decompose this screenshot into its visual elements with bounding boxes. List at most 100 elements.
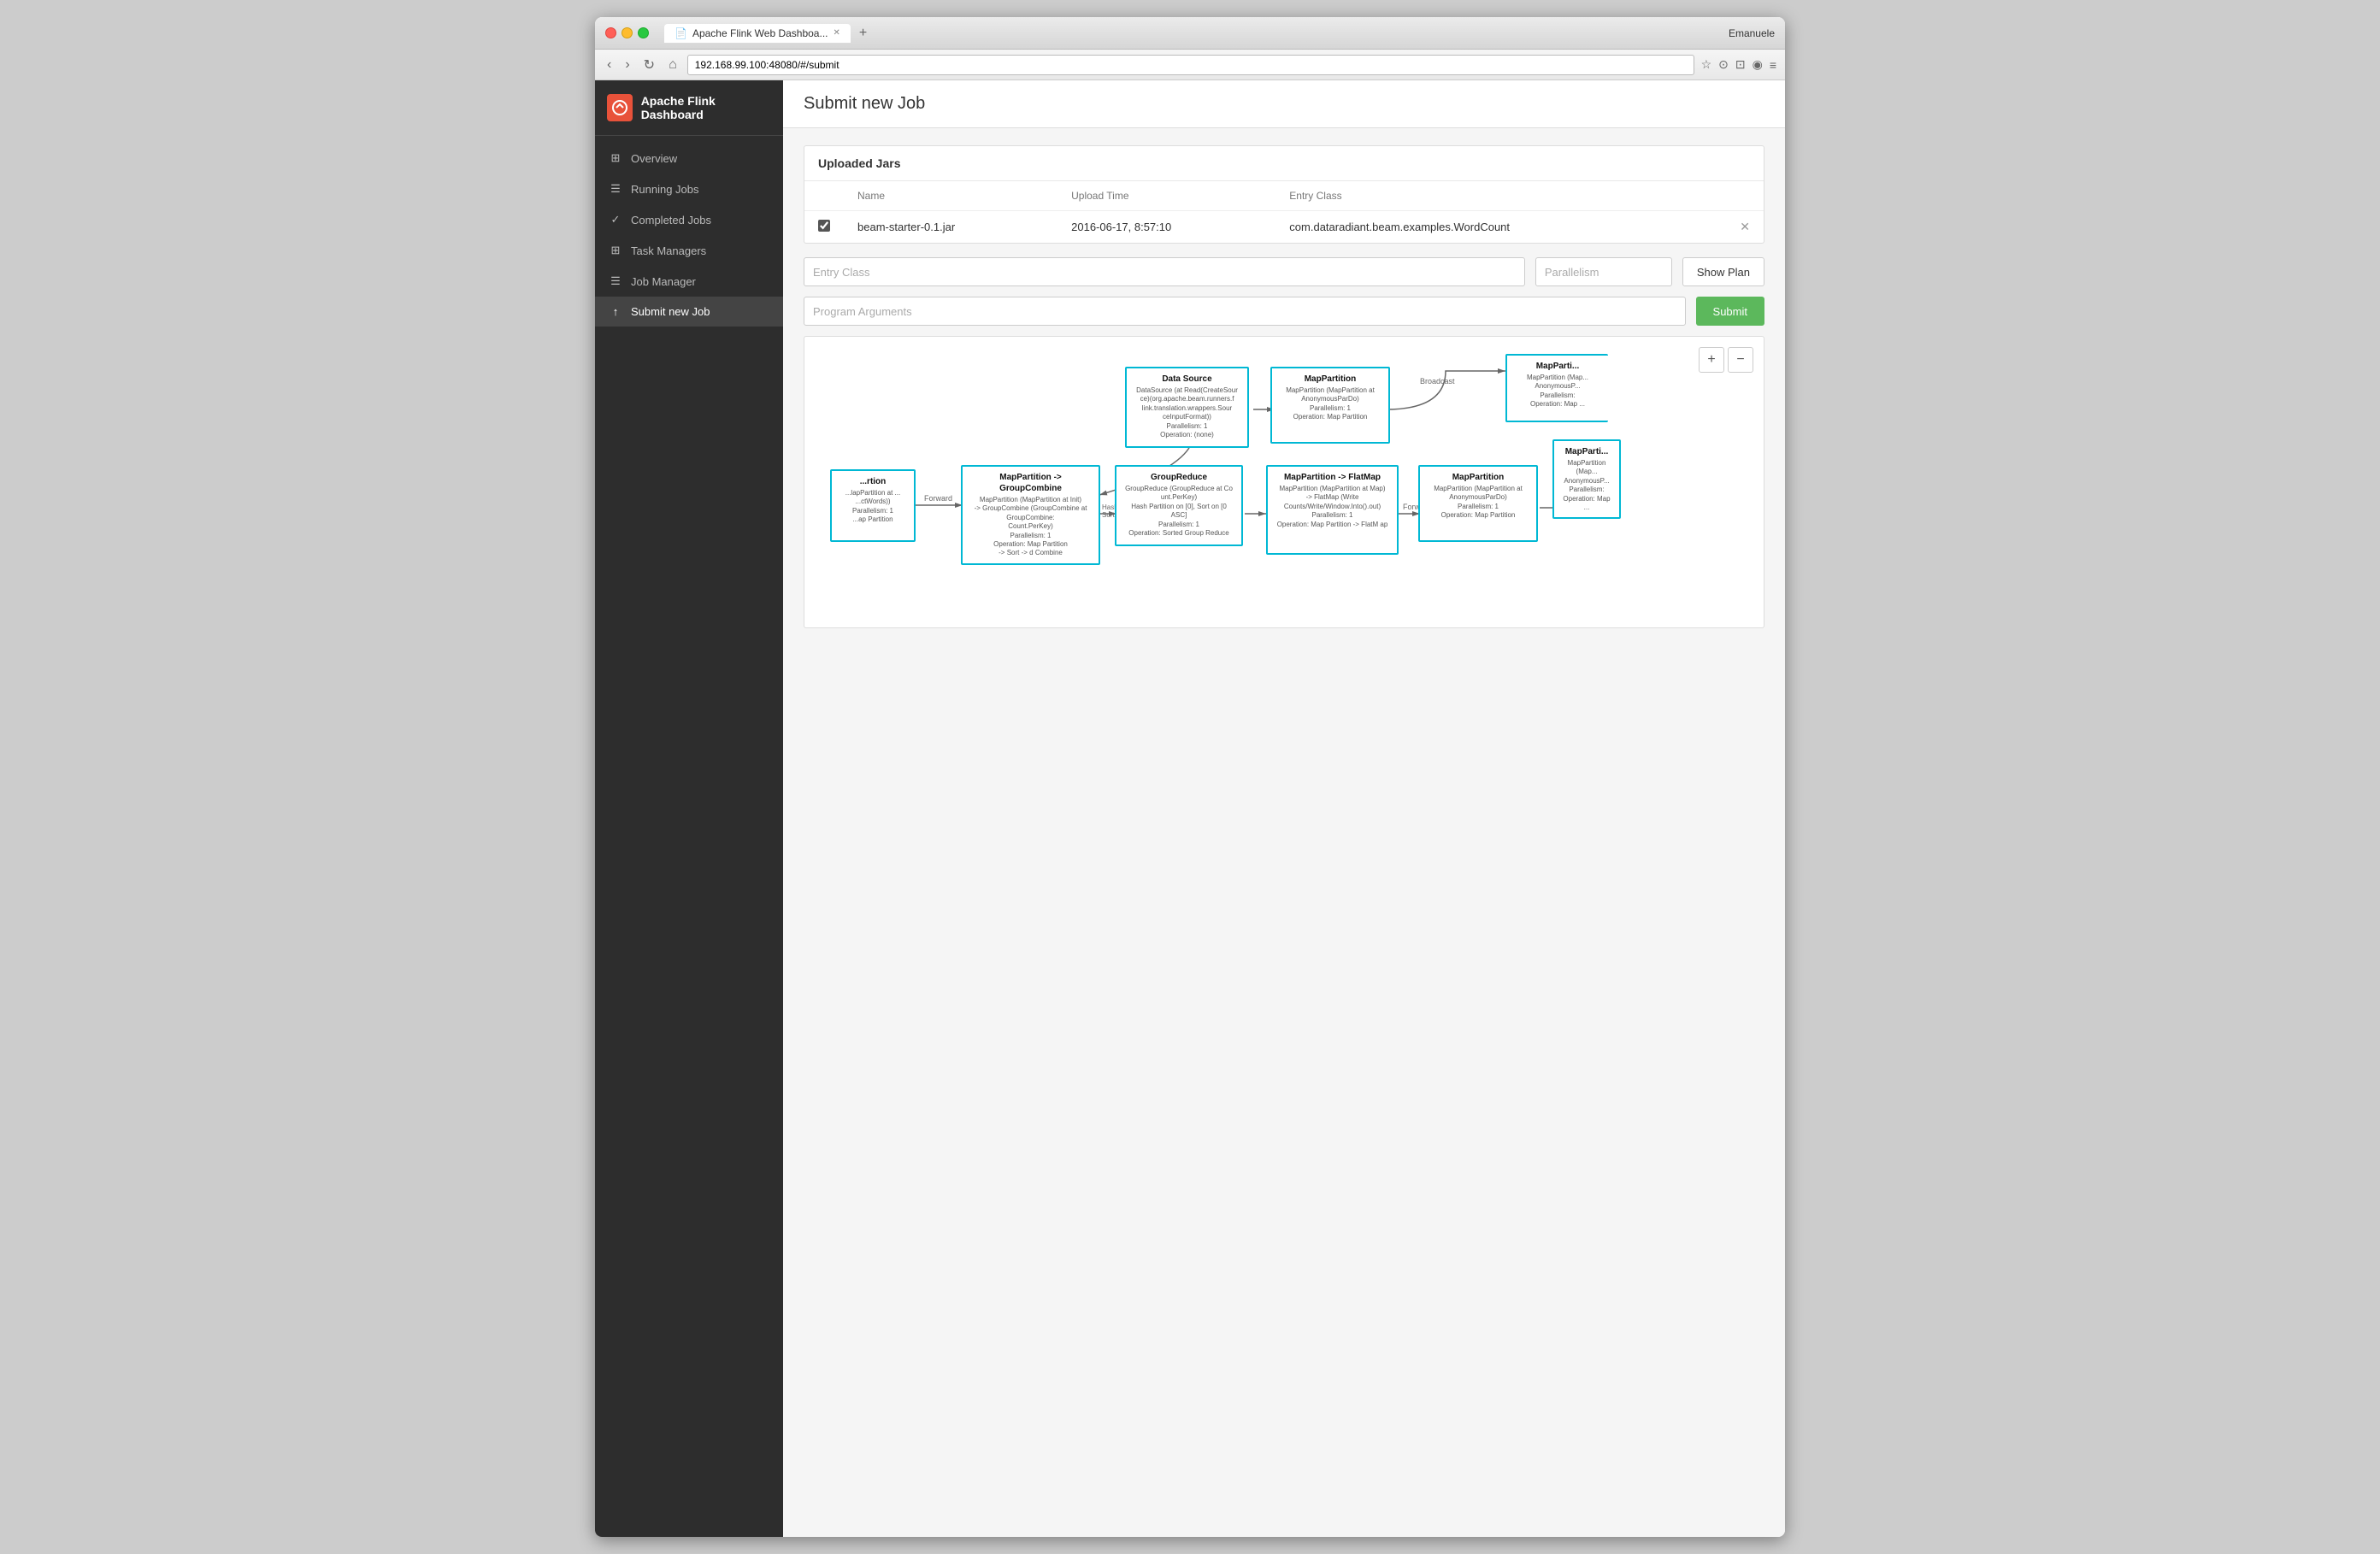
plan-node-group-reduce: GroupReduce GroupReduce (GroupReduce at …: [1115, 465, 1243, 546]
browser-tab[interactable]: 📄 Apache Flink Web Dashboa... ✕: [664, 24, 851, 43]
plan-zoom-controls: + −: [1699, 347, 1753, 373]
submit-button[interactable]: Submit: [1696, 297, 1764, 326]
zoom-in-button[interactable]: +: [1699, 347, 1724, 373]
minimize-button[interactable]: [622, 27, 633, 38]
forward-button[interactable]: ›: [622, 56, 633, 74]
sidebar-item-label: Job Manager: [631, 275, 696, 288]
node-title: MapParti...: [1514, 361, 1601, 372]
logo-icon: [607, 94, 633, 121]
sidebar-item-submit-job[interactable]: ↑ Submit new Job: [595, 297, 783, 327]
jar-upload-time: 2016-06-17, 8:57:10: [1057, 211, 1275, 244]
zoom-out-button[interactable]: −: [1728, 347, 1753, 373]
screen-icon[interactable]: ⊡: [1735, 57, 1746, 72]
plan-node-data-source: Data Source DataSource (at Read(CreateSo…: [1125, 367, 1249, 448]
node-title: Data Source: [1134, 374, 1240, 385]
overview-icon: ⊞: [609, 151, 622, 165]
col-upload-time: Upload Time: [1057, 181, 1275, 211]
jar-delete-cell: ✕: [1700, 211, 1764, 244]
back-button[interactable]: ‹: [604, 56, 615, 74]
completed-jobs-icon: ✓: [609, 213, 622, 227]
bookmark-icon[interactable]: ☆: [1701, 57, 1712, 72]
uploaded-jars-title: Uploaded Jars: [804, 146, 1764, 181]
plan-node-map-partition-right: MapParti... MapPartition (Map...Anonymou…: [1505, 354, 1608, 422]
task-managers-icon: ⊞: [609, 244, 622, 257]
program-args-input[interactable]: [804, 297, 1686, 326]
node-title: GroupReduce: [1123, 472, 1234, 483]
plan-node-map-partition-1: MapPartition MapPartition (MapPartition …: [1270, 367, 1390, 444]
plan-canvas: Broadcast Forward Hash Partition on [0],…: [804, 337, 1764, 627]
address-bar[interactable]: [687, 55, 1694, 75]
plan-section: + −: [804, 336, 1764, 628]
entry-class-input[interactable]: [804, 257, 1525, 286]
col-actions: [1700, 181, 1764, 211]
node-detail: MapPartition (Map...AnonymousP...Paralle…: [1514, 374, 1601, 409]
jar-delete-button[interactable]: ✕: [1740, 220, 1750, 234]
table-row: beam-starter-0.1.jar 2016-06-17, 8:57:10…: [804, 211, 1764, 244]
running-jobs-icon: ☰: [609, 182, 622, 196]
sidebar-item-running-jobs[interactable]: ☰ Running Jobs: [595, 174, 783, 204]
app-layout: Apache Flink Dashboard ⊞ Overview ☰ Runn…: [595, 80, 1785, 1537]
row-checkbox-cell[interactable]: [804, 211, 844, 244]
browser-traffic-lights: [605, 27, 649, 38]
show-plan-button[interactable]: Show Plan: [1682, 257, 1764, 286]
maximize-button[interactable]: [638, 27, 649, 38]
node-detail: MapPartition (MapPartition at AnonymousP…: [1279, 386, 1381, 422]
node-detail: MapPartition (MapPartition at AnonymousP…: [1427, 485, 1529, 521]
refresh-button[interactable]: ↻: [640, 55, 658, 75]
node-detail: ...lapPartition at ......ctWords))Parall…: [839, 489, 907, 525]
sidebar-navigation: ⊞ Overview ☰ Running Jobs ✓ Completed Jo…: [595, 136, 783, 333]
node-detail: MapPartition (Map...AnonymousP...Paralle…: [1561, 459, 1612, 512]
new-tab-button[interactable]: +: [854, 24, 872, 43]
sidebar-item-label: Completed Jobs: [631, 214, 711, 227]
sidebar-item-label: Running Jobs: [631, 183, 699, 196]
plan-node-map-partition-flat: MapPartition -> FlatMap MapPartition (Ma…: [1266, 465, 1399, 555]
browser-window: 📄 Apache Flink Web Dashboa... ✕ + Emanue…: [595, 17, 1785, 1537]
reader-icon[interactable]: ⊙: [1718, 57, 1729, 72]
sidebar-item-completed-jobs[interactable]: ✓ Completed Jobs: [595, 204, 783, 235]
node-title: MapPartition -> FlatMap: [1275, 472, 1390, 483]
menu-icon[interactable]: ≡: [1770, 58, 1776, 72]
jars-table: Name Upload Time Entry Class: [804, 181, 1764, 243]
sidebar-item-label: Overview: [631, 152, 677, 165]
profile-icon[interactable]: ◉: [1753, 57, 1763, 72]
node-title: MapPartition -> GroupCombine: [969, 472, 1092, 494]
submit-job-icon: ↑: [609, 305, 622, 318]
jar-name: beam-starter-0.1.jar: [844, 211, 1057, 244]
sidebar-item-task-managers[interactable]: ⊞ Task Managers: [595, 235, 783, 266]
sidebar-item-label: Submit new Job: [631, 305, 710, 318]
main-content: Submit new Job Uploaded Jars Name Upload…: [783, 80, 1785, 1537]
uploaded-jars-card: Uploaded Jars Name Upload Time Entry Cla…: [804, 145, 1764, 244]
sidebar-item-job-manager[interactable]: ☰ Job Manager: [595, 266, 783, 297]
svg-text:Broadcast: Broadcast: [1420, 377, 1455, 386]
home-button[interactable]: ⌂: [665, 56, 680, 74]
page-title: Submit new Job: [804, 94, 1764, 114]
node-detail: GroupReduce (GroupReduce at Co unt.PerKe…: [1123, 485, 1234, 538]
job-manager-icon: ☰: [609, 274, 622, 288]
plan-node-map-partition-final: MapPartition MapPartition (MapPartition …: [1418, 465, 1538, 542]
parallelism-input[interactable]: [1535, 257, 1672, 286]
plan-node-map-partition-gc: MapPartition -> GroupCombine MapPartitio…: [961, 465, 1100, 565]
sidebar-logo: Apache Flink Dashboard: [595, 80, 783, 136]
node-detail: MapPartition (MapPartition at Init)-> Gr…: [969, 496, 1092, 558]
col-name: Name: [844, 181, 1057, 211]
logo-text: Apache Flink Dashboard: [641, 94, 771, 121]
browser-titlebar: 📄 Apache Flink Web Dashboa... ✕ + Emanue…: [595, 17, 1785, 50]
svg-text:Forward: Forward: [924, 494, 952, 503]
plan-node-map-partition-far-right: MapParti... MapPartition (Map...Anonymou…: [1552, 439, 1621, 519]
table-header-row: Name Upload Time Entry Class: [804, 181, 1764, 211]
row-checkbox[interactable]: [818, 220, 830, 232]
browser-toolbar-icons: ☆ ⊙ ⊡ ◉ ≡: [1701, 57, 1776, 72]
tab-favicon: 📄: [675, 27, 687, 39]
node-detail: MapPartition (MapPartition at Map)-> Fla…: [1275, 485, 1390, 529]
tab-close-icon[interactable]: ✕: [833, 28, 839, 38]
close-button[interactable]: [605, 27, 616, 38]
tab-title: Apache Flink Web Dashboa...: [692, 27, 828, 39]
node-title: MapParti...: [1561, 446, 1612, 457]
node-title: MapPartition: [1427, 472, 1529, 483]
node-title: MapPartition: [1279, 374, 1381, 385]
sidebar-item-overview[interactable]: ⊞ Overview: [595, 143, 783, 174]
form-row-1: Show Plan: [804, 257, 1764, 286]
node-detail: DataSource (at Read(CreateSour ce)(org.a…: [1134, 386, 1240, 439]
jars-table-container: Name Upload Time Entry Class: [804, 181, 1764, 243]
col-checkbox: [804, 181, 844, 211]
